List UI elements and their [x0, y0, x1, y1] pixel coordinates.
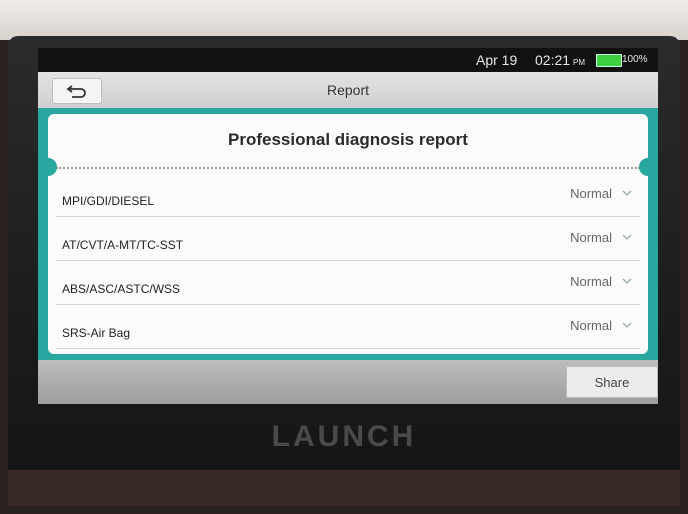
bottom-bar: Share — [38, 360, 658, 404]
status-value: Normal — [570, 274, 612, 289]
ticket-notch-right — [639, 158, 648, 176]
chevron-down-icon[interactable] — [620, 230, 634, 244]
report-row[interactable]: MPI/GDI/DIESEL Normal — [56, 172, 640, 217]
status-date: Apr 19 — [476, 52, 518, 68]
status-value: Normal — [570, 186, 612, 201]
status-value: Normal — [570, 318, 612, 333]
screen: Apr 19 02:21 PM 100% Report Professional … — [38, 48, 658, 404]
status-time: 02:21 PM — [535, 52, 586, 68]
chevron-down-icon[interactable] — [620, 186, 634, 200]
status-value: Normal — [570, 230, 612, 245]
report-card: Professional diagnosis report MPI/GDI/DI… — [48, 114, 648, 354]
chevron-down-icon[interactable] — [620, 274, 634, 288]
divider — [56, 167, 640, 169]
report-row[interactable]: AT/CVT/A-MT/TC-SST Normal — [56, 216, 640, 261]
system-label: ABS/ASC/ASTC/WSS — [62, 282, 181, 296]
chevron-down-icon[interactable] — [620, 318, 634, 332]
report-row[interactable]: SRS-Air Bag Normal — [56, 304, 640, 349]
status-bar: Apr 19 02:21 PM 100% — [38, 48, 658, 72]
report-row[interactable]: ABS/ASC/ASTC/WSS Normal — [56, 260, 640, 305]
title-bar: Report — [38, 72, 658, 108]
status-ampm: PM — [573, 58, 586, 67]
device-brand-logo: LAUNCH — [271, 420, 417, 453]
battery-icon — [596, 54, 622, 67]
background-wall — [0, 0, 688, 40]
report-title: Professional diagnosis report — [228, 130, 468, 149]
report-area: Professional diagnosis report MPI/GDI/DI… — [38, 108, 658, 360]
system-label: AT/CVT/A-MT/TC-SST — [62, 238, 184, 252]
device-base — [8, 470, 680, 506]
battery-percentage: 100% — [622, 54, 648, 65]
share-button[interactable]: Share — [566, 366, 658, 398]
system-label: SRS-Air Bag — [62, 326, 131, 340]
page-title: Report — [326, 82, 370, 98]
system-label: MPI/GDI/DIESEL — [62, 194, 155, 208]
